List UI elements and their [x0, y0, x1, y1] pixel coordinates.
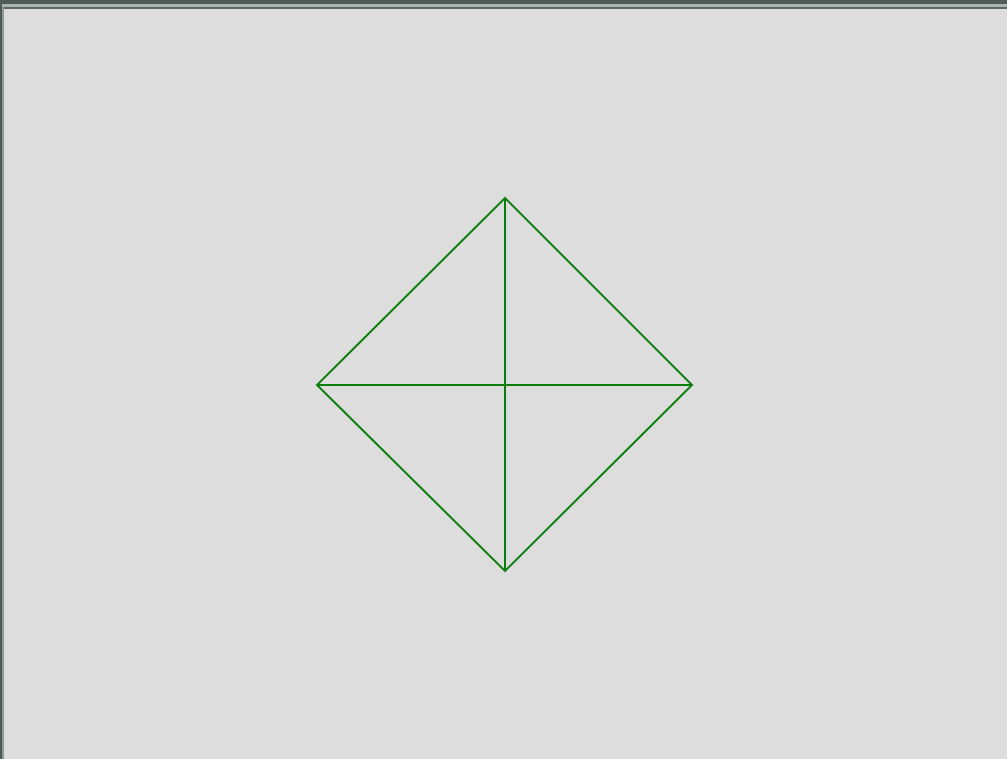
app-window: [0, 0, 1007, 759]
drawing-canvas[interactable]: [4, 9, 1007, 759]
diamond-drawing: [315, 196, 694, 573]
